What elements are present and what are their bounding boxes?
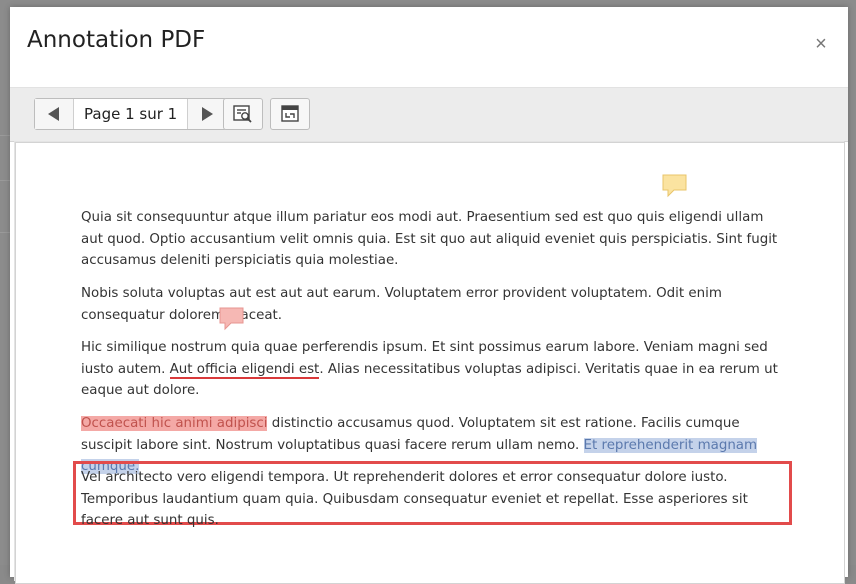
comment-pink-icon[interactable] (219, 307, 245, 331)
page-indicator: Page 1 sur 1 (73, 99, 189, 129)
page-navigator: Page 1 sur 1 (34, 98, 228, 130)
search-annotations-icon (233, 105, 252, 123)
pdf-page: Quia sit consequuntur atque illum pariat… (15, 142, 845, 584)
fit-page-button[interactable] (270, 98, 310, 130)
comment-yellow-icon[interactable] (662, 174, 688, 198)
triangle-right-icon (202, 107, 214, 121)
pdf-viewer[interactable]: Quia sit consequuntur atque illum pariat… (14, 141, 845, 584)
highlight-red-annotation[interactable]: Occaecati hic animi adipisci (81, 416, 268, 431)
fit-page-icon (281, 105, 299, 122)
paragraph-1: Quia sit consequuntur atque illum pariat… (81, 210, 778, 268)
dialog-header: Annotation PDF × (10, 7, 848, 88)
backdrop-line (0, 135, 10, 136)
paragraph-2: Nobis soluta voluptas aut est aut aut ea… (81, 286, 722, 323)
underline-annotation[interactable]: Aut officia eligendi est (169, 361, 320, 379)
annotation-search-button[interactable] (223, 98, 263, 130)
paragraph-3: Hic similique nostrum quia quae perferen… (81, 337, 781, 402)
annotation-dialog: Annotation PDF × Page 1 sur 1 Quia sit c… (10, 7, 848, 584)
close-button[interactable]: × (810, 33, 832, 55)
pdf-toolbar: Page 1 sur 1 (10, 88, 848, 142)
close-icon: × (815, 33, 827, 55)
next-page-button[interactable] (188, 99, 227, 129)
backdrop-line (0, 232, 10, 233)
backdrop-line (0, 180, 10, 181)
paragraph-5: Vel architecto vero eligendi tempora. Ut… (81, 470, 748, 528)
triangle-left-icon (48, 107, 59, 121)
previous-page-button[interactable] (35, 99, 73, 129)
dialog-title: Annotation PDF (27, 27, 206, 53)
